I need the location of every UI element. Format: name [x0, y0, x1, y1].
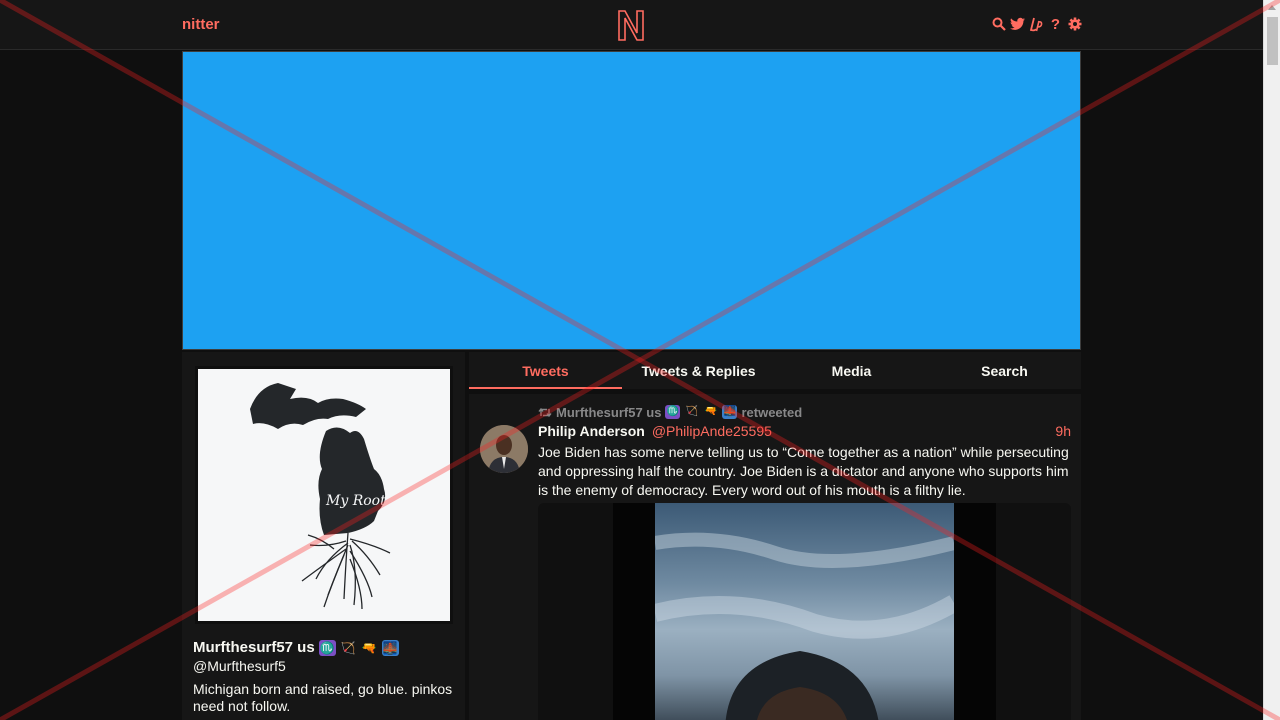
twitter-icon[interactable]	[1010, 15, 1025, 33]
tab-search[interactable]: Search	[928, 352, 1081, 389]
tweet-avatar[interactable]	[480, 425, 528, 473]
tab-tweets[interactable]: Tweets	[469, 352, 622, 389]
profile-name-row: Murfthesurf57 us ♏ 🏹 🔫 🌉	[193, 639, 399, 656]
settings-icon[interactable]	[1067, 15, 1082, 33]
profile-avatar[interactable]: My Roots	[195, 366, 453, 624]
photo-content	[655, 532, 954, 720]
tweet-header: Philip Anderson @PhilipAnde25595	[538, 423, 772, 439]
bow-arrow-emoji-icon: 🏹	[685, 406, 699, 417]
avatar-caption: My Roots	[325, 493, 393, 509]
scorpio-emoji-icon: ♏	[318, 639, 336, 656]
bridge-emoji-icon: 🌉	[381, 639, 399, 656]
retweeter-name[interactable]: Murfthesurf57 us	[556, 405, 661, 420]
page-scrollbar[interactable]	[1263, 0, 1280, 720]
navbar: nitter ?	[0, 0, 1263, 50]
profile-banner[interactable]	[182, 51, 1081, 350]
michigan-roots-graphic: My Roots	[250, 383, 393, 610]
help-icon[interactable]: ?	[1048, 15, 1063, 33]
timeline-tabs: Tweets Tweets & Replies Media Search	[469, 352, 1081, 389]
bow-arrow-emoji-icon: 🏹	[340, 640, 356, 655]
timeline: Murfthesurf57 us ♏ 🏹 🔫 🌉 retweeted Phili…	[469, 394, 1081, 720]
tweet-avatar-image	[480, 425, 528, 473]
retweet-label: retweeted	[741, 404, 803, 420]
media-photo[interactable]	[655, 503, 954, 720]
tab-tweets-replies[interactable]: Tweets & Replies	[622, 352, 775, 389]
brand-link[interactable]: nitter	[182, 16, 220, 33]
tweet-fullname[interactable]: Philip Anderson	[538, 423, 645, 439]
tweet-username[interactable]: @PhilipAnde25595	[652, 423, 772, 439]
scorpio-emoji-icon: ♏	[665, 405, 681, 419]
scroll-up-arrow-icon[interactable]	[1268, 5, 1276, 10]
tab-media[interactable]: Media	[775, 352, 928, 389]
liberapay-icon[interactable]	[1029, 15, 1044, 33]
nitter-logo-icon[interactable]	[616, 8, 646, 42]
gun-emoji-icon: 🔫	[704, 406, 718, 417]
profile-bio: Michigan born and raised, go blue. pinko…	[193, 681, 453, 714]
tweet-text: Joe Biden has some nerve telling us to “…	[538, 444, 1069, 498]
gun-emoji-icon: 🔫	[361, 640, 377, 655]
scroll-thumb[interactable]	[1267, 17, 1278, 65]
tweet-date[interactable]: 9h	[1055, 423, 1071, 439]
retweet-icon	[538, 407, 552, 417]
avatar-image: My Roots	[198, 369, 450, 621]
nav-icons: ?	[991, 15, 1082, 33]
retweet-header: Murfthesurf57 us ♏ 🏹 🔫 🌉 retweeted	[538, 404, 802, 420]
bridge-emoji-icon: 🌉	[722, 405, 738, 419]
profile-fullname[interactable]: Murfthesurf57 us	[193, 639, 315, 656]
search-icon[interactable]	[991, 15, 1006, 33]
tweet-media[interactable]	[538, 503, 1071, 720]
profile-card: My Roots Murfthesurf57 us ♏ 🏹 🔫 🌉 @Murft…	[182, 352, 465, 720]
profile-handle[interactable]: @Murfthesurf5	[193, 658, 286, 674]
